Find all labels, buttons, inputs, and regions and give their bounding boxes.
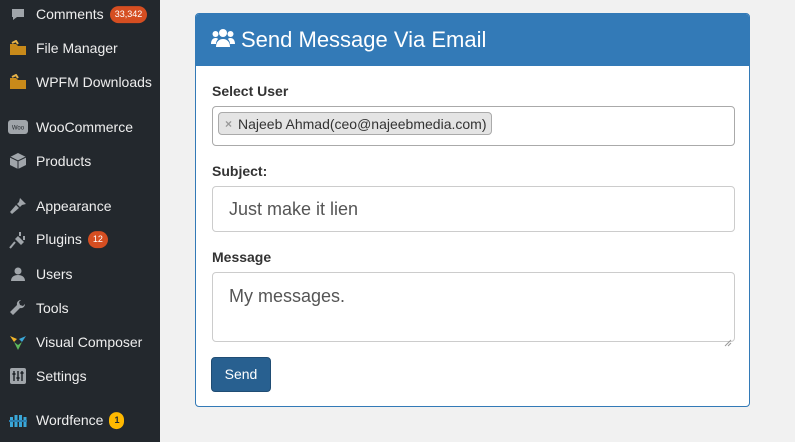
file-manager-icon	[8, 38, 28, 58]
sidebar-item-label: Tools	[36, 300, 69, 316]
sidebar-item-wordfence[interactable]: Wordfence 1	[0, 406, 160, 436]
sidebar-item-woocommerce[interactable]: Woo WooCommerce	[0, 112, 160, 142]
svg-text:Woo: Woo	[12, 126, 25, 132]
downloads-icon	[8, 72, 28, 92]
sidebar-item-label: Settings	[36, 368, 87, 384]
sidebar-item-appearance[interactable]: Appearance	[0, 191, 160, 221]
comments-count-badge: 33,342	[109, 5, 148, 23]
products-icon	[8, 151, 28, 171]
sidebar-item-products[interactable]: Products	[0, 146, 160, 176]
resize-handle-icon[interactable]	[724, 331, 732, 347]
settings-icon	[8, 366, 28, 386]
sidebar-item-plugins[interactable]: Plugins 12	[0, 225, 160, 255]
sidebar-item-label: Comments	[36, 6, 104, 23]
message-text: My messages.	[229, 286, 346, 306]
panel-heading: Send Message Via Email	[196, 14, 749, 66]
select-user-label: Select User	[212, 83, 289, 99]
plugins-count-badge: 12	[87, 230, 108, 248]
selected-user-token: × Najeeb Ahmad(ceo@najeebmedia.com)	[218, 112, 493, 135]
users-icon	[8, 264, 28, 284]
send-button[interactable]: Send	[211, 357, 271, 392]
sidebar-item-wpfm-downloads[interactable]: WPFM Downloads	[0, 67, 160, 97]
users-group-icon	[211, 28, 235, 53]
message-label: Message	[212, 249, 272, 265]
sidebar-item-label: File Manager	[36, 40, 118, 56]
sidebar-item-label: Visual Composer	[36, 334, 143, 350]
sidebar-item-label: Plugins	[36, 231, 82, 248]
sidebar-item-users[interactable]: Users	[0, 259, 160, 289]
admin-sidebar: Comments 33,342 File Manager WPFM Downloa…	[0, 0, 160, 442]
message-textarea[interactable]: My messages.	[212, 272, 735, 347]
sidebar-item-label: Users	[36, 266, 73, 282]
sidebar-item-comments[interactable]: Comments 33,342	[0, 0, 160, 30]
tools-icon	[8, 298, 28, 318]
select-user-field[interactable]: × Najeeb Ahmad(ceo@najeebmedia.com)	[212, 106, 735, 146]
sidebar-item-label: WooCommerce	[36, 119, 133, 135]
sidebar-item-settings[interactable]: Settings	[0, 361, 160, 391]
sidebar-item-label: Appearance	[36, 198, 112, 214]
remove-user-button[interactable]: ×	[225, 117, 232, 131]
wordfence-count-badge: 1	[109, 411, 125, 429]
woocommerce-icon: Woo	[8, 117, 28, 137]
wordfence-icon	[8, 411, 28, 431]
selected-user-text: Najeeb Ahmad(ceo@najeebmedia.com)	[238, 115, 487, 132]
sidebar-item-label: Products	[36, 153, 92, 169]
sidebar-item-label: Wordfence	[36, 412, 104, 429]
subject-input[interactable]: Just make it lien	[212, 186, 735, 232]
subject-label: Subject:	[212, 163, 268, 179]
comment-icon	[8, 5, 28, 25]
sidebar-item-tools[interactable]: Tools	[0, 293, 160, 323]
visual-composer-icon	[8, 332, 28, 352]
sidebar-item-visual-composer[interactable]: Visual Composer	[0, 327, 160, 357]
sidebar-item-file-manager[interactable]: File Manager	[0, 33, 160, 63]
plugins-icon	[8, 230, 28, 250]
panel-title: Send Message Via Email	[241, 27, 487, 52]
send-message-panel: Send Message Via Email Select User × Naj…	[195, 13, 750, 407]
appearance-icon	[8, 196, 28, 216]
sidebar-item-label: WPFM Downloads	[36, 74, 152, 90]
